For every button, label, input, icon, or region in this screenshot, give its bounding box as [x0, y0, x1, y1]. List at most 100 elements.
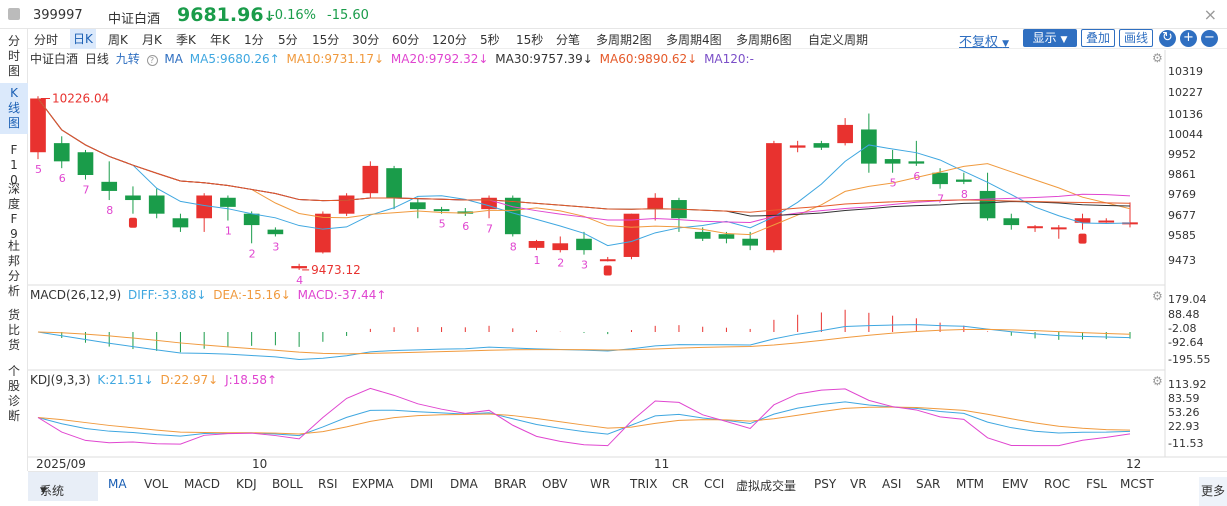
candle-body[interactable]	[504, 197, 521, 235]
system-menu[interactable]: 系统 ▼	[28, 472, 98, 501]
date-label-dec: 12	[1126, 457, 1142, 471]
more-indicators-button[interactable]: 更多	[1199, 477, 1227, 506]
gear-icon[interactable]: ⚙	[1152, 289, 1163, 303]
nine-turn-marker-icon	[603, 265, 612, 276]
macd-axis-label: 179.04	[1168, 293, 1207, 306]
macd-axis-label: 88.48	[1168, 308, 1200, 321]
ma5-line	[37, 98, 1131, 247]
indicator-mcst[interactable]: MCST	[1120, 477, 1154, 491]
candle-body[interactable]	[599, 259, 616, 262]
nine-turn-label: 7	[82, 184, 89, 197]
candle-body[interactable]	[861, 129, 877, 164]
candle-body[interactable]	[742, 238, 759, 246]
nine-turn-label: 6	[913, 170, 920, 183]
indicator-cr[interactable]: CR	[672, 477, 689, 491]
candle-body[interactable]	[409, 202, 426, 210]
nine-turn-label: 7	[486, 222, 493, 235]
candle-body[interactable]	[196, 195, 213, 219]
candle-body[interactable]	[576, 238, 592, 251]
candle-body[interactable]	[932, 172, 948, 185]
candle-body[interactable]	[552, 243, 569, 251]
indicator-emv[interactable]: EMV	[1002, 477, 1028, 491]
nine-turn-label: 8	[106, 204, 113, 217]
high-price-label: 10226.04	[52, 92, 109, 106]
indicator-dma[interactable]: DMA	[450, 477, 478, 491]
candle-body[interactable]	[1050, 227, 1067, 230]
indicator-dmi[interactable]: DMI	[410, 477, 433, 491]
candle-body[interactable]	[125, 195, 141, 201]
indicator-brar[interactable]: BRAR	[494, 477, 527, 491]
candle-body[interactable]	[884, 159, 901, 164]
candle-body[interactable]	[77, 152, 94, 175]
candle-body[interactable]	[433, 209, 450, 212]
candle-body[interactable]	[291, 266, 307, 269]
candle-body[interactable]	[647, 197, 664, 210]
candle-body[interactable]	[243, 213, 260, 226]
indicator-psy[interactable]: PSY	[814, 477, 836, 491]
price-axis-label: 9769	[1168, 188, 1196, 201]
indicator-fsl[interactable]: FSL	[1086, 477, 1107, 491]
indicator-rsi[interactable]: RSI	[318, 477, 338, 491]
price-axis-label: 10227	[1168, 86, 1203, 99]
candle-body[interactable]	[362, 165, 379, 194]
indicator-kdj[interactable]: KDJ	[236, 477, 257, 491]
candle-body[interactable]	[1003, 218, 1020, 226]
nine-turn-marker-icon	[1078, 233, 1087, 244]
candle-body[interactable]	[718, 234, 735, 239]
candle-body[interactable]	[908, 161, 925, 164]
nine-turn-label: 2	[249, 247, 256, 260]
indicator-sar[interactable]: SAR	[916, 477, 940, 491]
candle-body[interactable]	[813, 143, 830, 148]
macd-axis-label: -195.55	[1168, 353, 1210, 366]
indicator-vr[interactable]: VR	[850, 477, 867, 491]
price-axis-label: 9952	[1168, 148, 1196, 161]
candle-body[interactable]	[148, 195, 165, 214]
nine-turn-label: 5	[439, 218, 446, 231]
indicator-boll[interactable]: BOLL	[272, 477, 303, 491]
candle-body[interactable]	[694, 231, 711, 239]
candle-body[interactable]	[1074, 218, 1091, 223]
indicator-asi[interactable]: ASI	[882, 477, 901, 491]
price-axis-label: 9585	[1168, 229, 1196, 242]
candle-body[interactable]	[1027, 226, 1043, 229]
kdj-axis-label: 22.93	[1168, 420, 1200, 433]
indicator-ma[interactable]: MA	[108, 477, 127, 491]
indicator-cci[interactable]: CCI	[704, 477, 724, 491]
nine-turn-label: 2	[557, 256, 564, 269]
candle-body[interactable]	[53, 143, 70, 162]
candle-body[interactable]	[101, 181, 118, 191]
macd-axis-label: -92.64	[1168, 336, 1203, 349]
candle-body[interactable]	[837, 124, 853, 144]
gear-icon[interactable]: ⚙	[1152, 51, 1163, 65]
nine-turn-label: 1	[534, 254, 541, 267]
indicator-vol[interactable]: VOL	[144, 477, 168, 491]
indicator-wr[interactable]: WR	[590, 477, 610, 491]
candle-body[interactable]	[315, 213, 331, 253]
candle-body[interactable]	[220, 197, 236, 207]
candle-body[interactable]	[172, 218, 189, 228]
nine-turn-label: 8	[510, 240, 517, 253]
indicator-expma[interactable]: EXPMA	[352, 477, 394, 491]
indicator-trix[interactable]: TRIX	[630, 477, 657, 491]
date-label-nov: 11	[654, 457, 670, 471]
candle-body[interactable]	[528, 241, 545, 248]
candle-body[interactable]	[338, 195, 355, 214]
candle-body[interactable]	[267, 229, 284, 235]
candle-body[interactable]	[766, 143, 782, 251]
candle-body[interactable]	[1098, 220, 1115, 223]
candle-body[interactable]	[386, 168, 402, 198]
indicator-obv[interactable]: OBV	[542, 477, 568, 491]
candle-body[interactable]	[955, 179, 972, 182]
indicator-roc[interactable]: ROC	[1044, 477, 1070, 491]
gear-icon[interactable]: ⚙	[1152, 374, 1163, 388]
low-price-label: 9473.12	[311, 263, 361, 277]
price-axis-label: 10319	[1168, 65, 1203, 78]
indicator-mtm[interactable]: MTM	[956, 477, 984, 491]
candle-body[interactable]	[979, 190, 996, 219]
candle-body[interactable]	[789, 145, 806, 148]
indicator-bar: 系统 ▼ MA VOL MACD KDJ BOLL RSI EXPMA DMI …	[28, 471, 1227, 506]
indicator-virtual-volume[interactable]: 虚拟成交量	[736, 477, 796, 494]
kdj-k-line	[37, 401, 1131, 437]
indicator-macd[interactable]: MACD	[184, 477, 220, 491]
kline-chart[interactable]: 10226.049473.12 56781234567812345678 103…	[0, 0, 1227, 500]
